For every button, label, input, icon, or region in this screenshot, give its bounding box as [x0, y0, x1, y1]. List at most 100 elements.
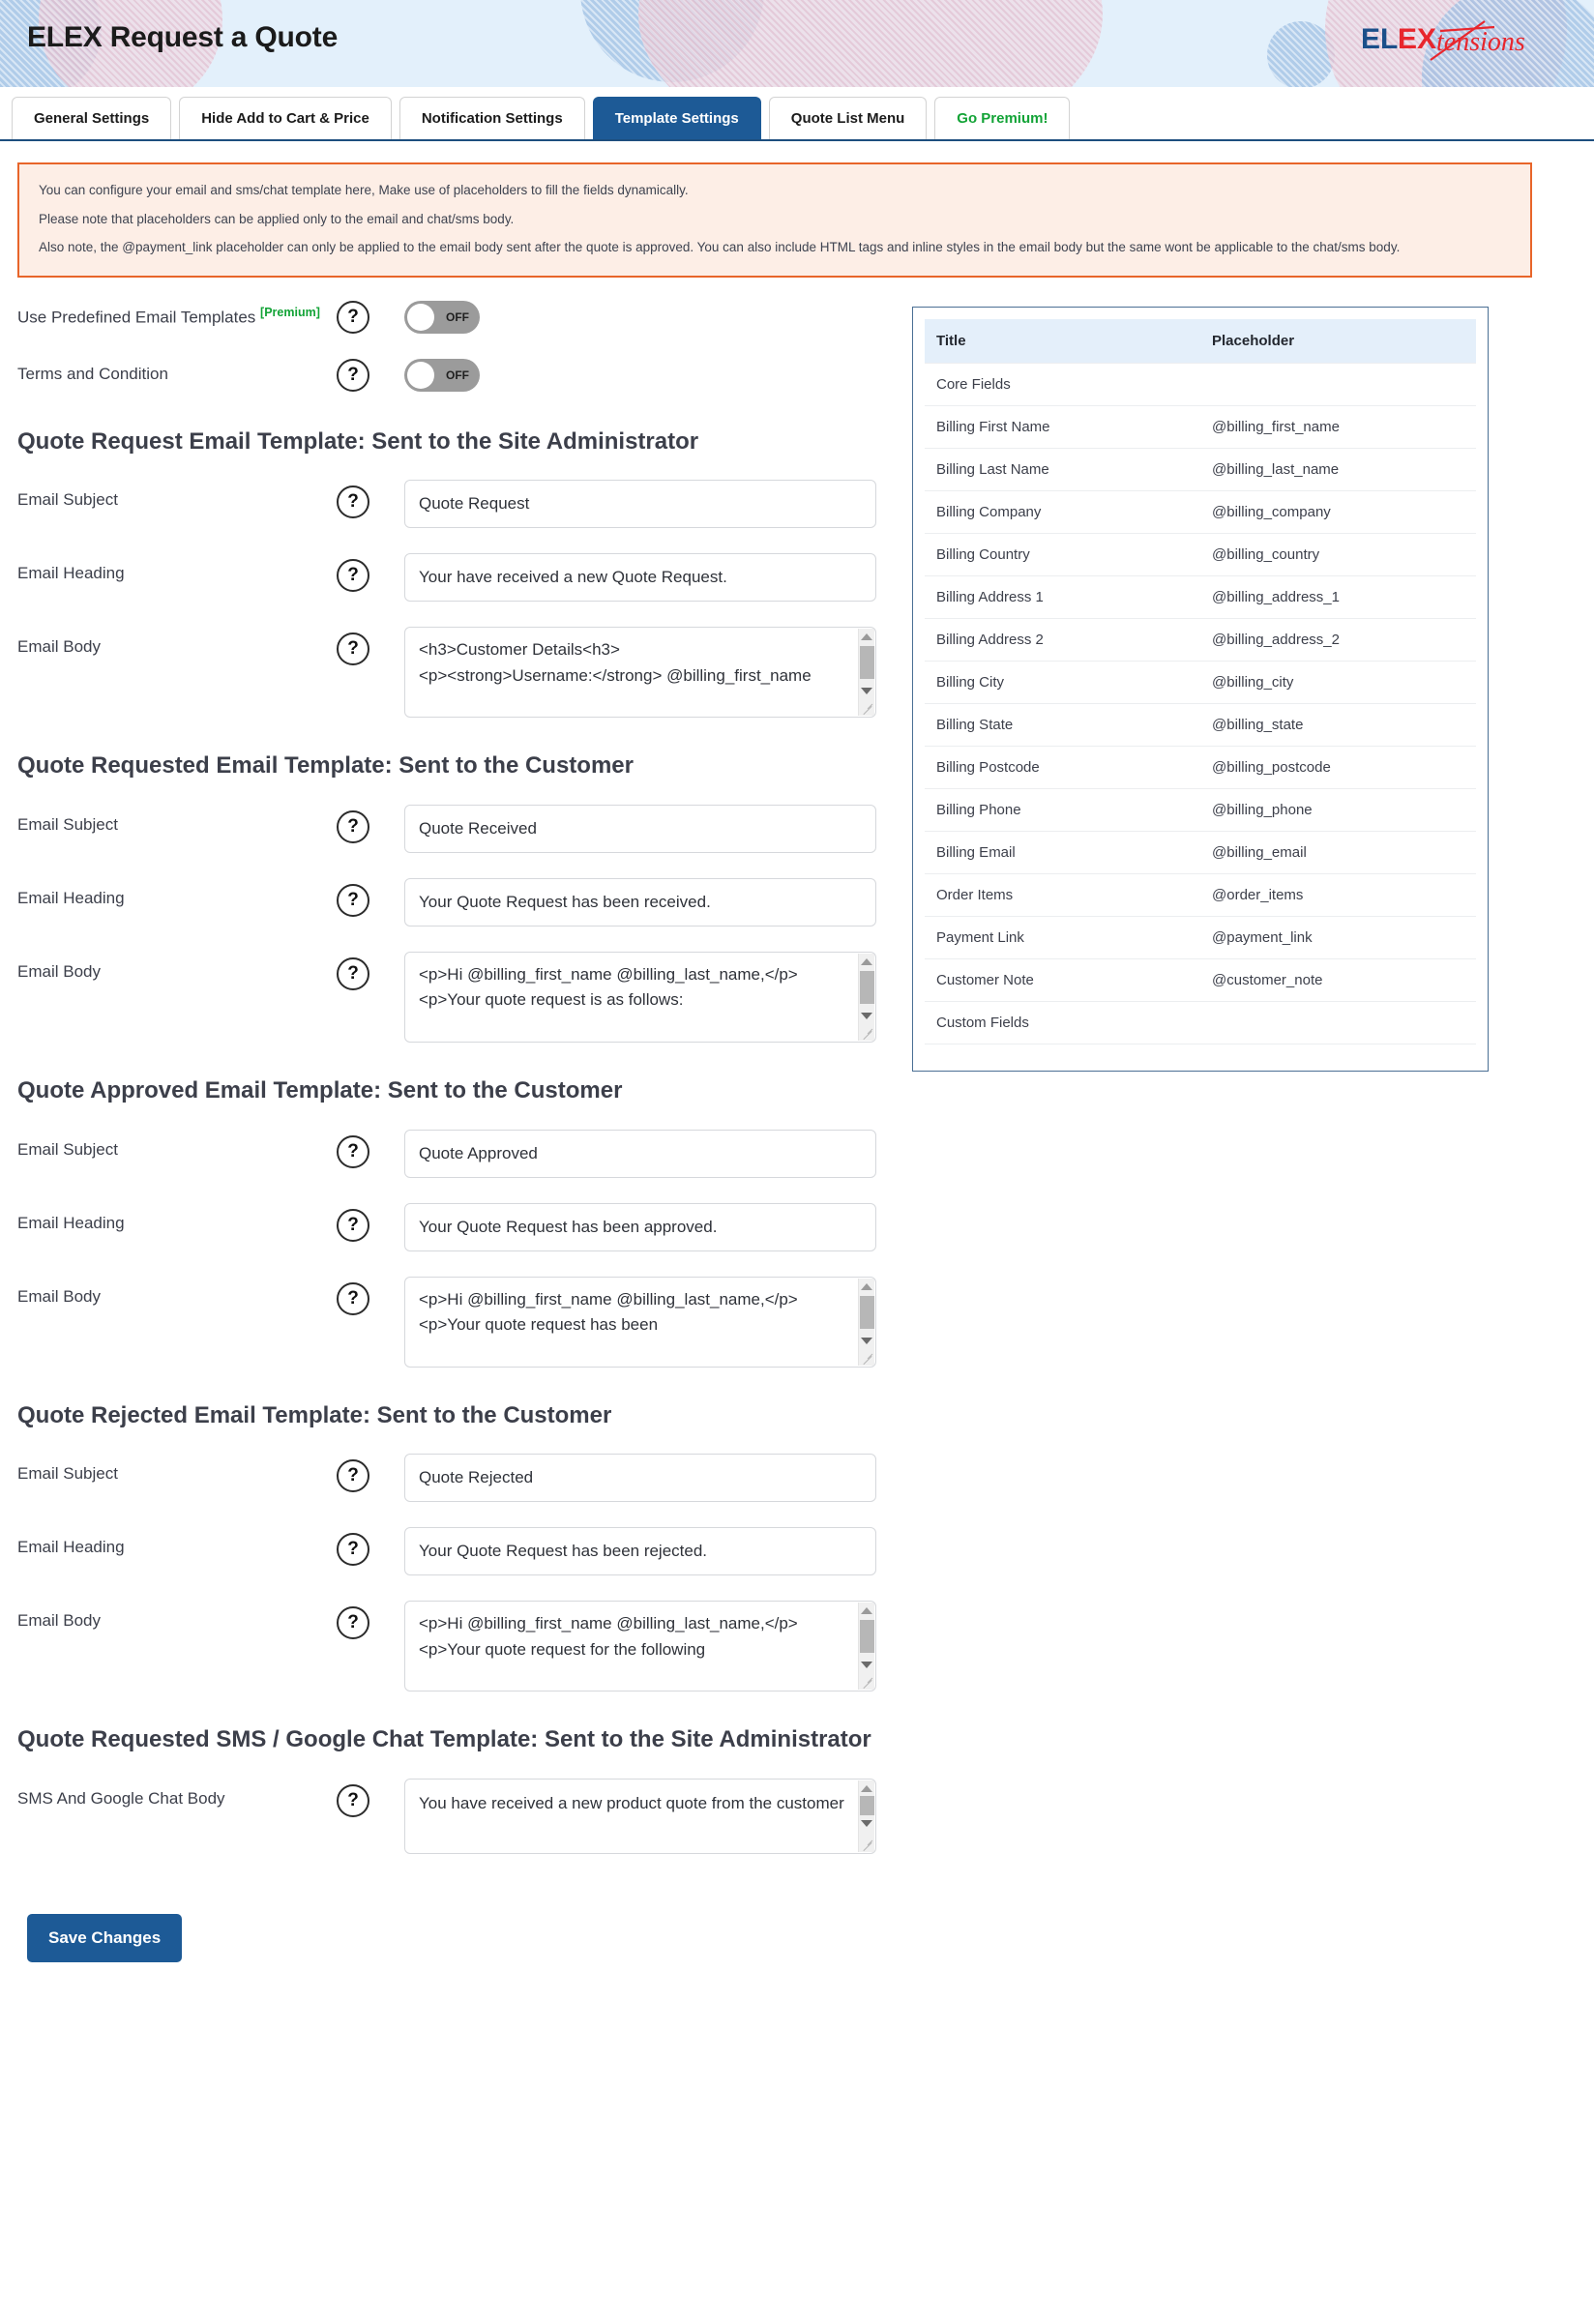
- help-icon[interactable]: ?: [337, 957, 369, 991]
- resize-grip-icon[interactable]: [860, 1675, 873, 1689]
- help-icon[interactable]: ?: [337, 1134, 369, 1168]
- email-body-textarea[interactable]: <p>Hi @billing_first_name @billing_last_…: [404, 1601, 876, 1692]
- help-icon[interactable]: ?: [337, 1606, 369, 1640]
- scrollbar-thumb[interactable]: [860, 646, 874, 680]
- email-heading-input[interactable]: [404, 553, 876, 603]
- field-row-body: Email Body ? <p>Hi @billing_first_name @…: [17, 952, 912, 1044]
- help-icon[interactable]: ?: [337, 559, 369, 593]
- table-row: Payment Link @payment_link: [925, 915, 1476, 959]
- field-row-body: Email Body ? <p>Hi @billing_first_name @…: [17, 1276, 912, 1368]
- email-heading-input[interactable]: [404, 1202, 876, 1251]
- tab-notification-settings[interactable]: Notification Settings: [398, 97, 585, 139]
- scrollbar-thumb[interactable]: [860, 971, 874, 1005]
- scroll-down-icon[interactable]: [861, 1662, 872, 1669]
- scroll-up-icon[interactable]: [861, 1607, 872, 1615]
- tab-quote-list-menu[interactable]: Quote List Menu: [768, 97, 928, 139]
- field-label: SMS And Google Chat Body: [17, 1789, 225, 1809]
- help-icon[interactable]: ?: [337, 1784, 369, 1818]
- page-title: ELEX Request a Quote: [27, 21, 339, 53]
- scrollbar-thumb[interactable]: [860, 1295, 874, 1329]
- setting-row-predefined-templates: Use Predefined Email Templates [Premium]…: [17, 295, 912, 339]
- logo-part-el: EL: [1361, 23, 1398, 55]
- help-icon[interactable]: ?: [337, 810, 369, 844]
- sms-body-textarea[interactable]: You have received a new product quote fr…: [404, 1779, 876, 1855]
- cell-placeholder: @billing_address_1: [1200, 574, 1476, 619]
- help-icon[interactable]: ?: [337, 1208, 369, 1242]
- email-body-textarea[interactable]: <p>Hi @billing_first_name @billing_last_…: [404, 1276, 876, 1368]
- tab-hide-add-to-cart-price[interactable]: Hide Add to Cart & Price: [179, 97, 392, 139]
- table-row: Billing Email @billing_email: [925, 830, 1476, 874]
- tab-general-settings[interactable]: General Settings: [12, 97, 172, 139]
- table-row: Billing State @billing_state: [925, 702, 1476, 747]
- email-subject-input[interactable]: [404, 1129, 876, 1178]
- table-row-spacer: [925, 1043, 1476, 1060]
- scroll-up-icon[interactable]: [861, 1785, 872, 1793]
- setting-label: Use Predefined Email Templates [Premium]: [17, 305, 337, 330]
- setting-label-text: Use Predefined Email Templates: [17, 308, 256, 327]
- help-icon[interactable]: ?: [337, 300, 369, 334]
- email-heading-input[interactable]: [404, 878, 876, 927]
- save-changes-button[interactable]: Save Changes: [27, 1914, 183, 1963]
- column-header-title: Title: [925, 318, 1200, 364]
- help-icon[interactable]: ?: [337, 1459, 369, 1493]
- resize-grip-icon[interactable]: [860, 701, 873, 715]
- notice-line-2: Please note that placeholders can be app…: [39, 211, 515, 226]
- help-icon[interactable]: ?: [337, 358, 369, 392]
- tab-template-settings[interactable]: Template Settings: [592, 97, 761, 139]
- section-title-sms-google-chat: Quote Requested SMS / Google Chat Templa…: [17, 1726, 871, 1753]
- table-row: Billing Address 2 @billing_address_2: [925, 617, 1476, 662]
- tab-label: General Settings: [34, 110, 150, 127]
- email-subject-input[interactable]: [404, 805, 876, 854]
- email-subject-input[interactable]: [404, 480, 876, 529]
- email-body-textarea[interactable]: <p>Hi @billing_first_name @billing_last_…: [404, 952, 876, 1044]
- field-row-sms-body: SMS And Google Chat Body ? You have rece…: [17, 1779, 912, 1855]
- scroll-down-icon[interactable]: [861, 1337, 872, 1344]
- tab-go-premium[interactable]: Go Premium!: [934, 97, 1071, 139]
- help-icon[interactable]: ?: [337, 485, 369, 519]
- toggle-predefined-templates[interactable]: OFF: [404, 300, 480, 334]
- notice-line-3: Also note, the @payment_link placeholder…: [39, 240, 1401, 255]
- table-row: Billing Postcode @billing_postcode: [925, 745, 1476, 789]
- section-title-quote-rejected: Quote Rejected Email Template: Sent to t…: [17, 1401, 612, 1428]
- setting-row-terms-and-condition: Terms and Condition ? OFF: [17, 353, 912, 397]
- help-icon[interactable]: ?: [337, 1281, 369, 1315]
- logo-part-ex: EX: [1398, 23, 1436, 55]
- email-heading-input[interactable]: [404, 1527, 876, 1576]
- resize-grip-icon[interactable]: [860, 1351, 873, 1365]
- tab-label: Quote List Menu: [790, 110, 905, 127]
- table-row: Billing First Name @billing_first_name: [925, 404, 1476, 449]
- info-notice: You can configure your email and sms/cha…: [17, 162, 1532, 278]
- scroll-up-icon[interactable]: [861, 633, 872, 641]
- help-icon[interactable]: ?: [337, 632, 369, 666]
- field-row-subject: Email Subject ?: [17, 1454, 912, 1503]
- table-row: Billing Last Name @billing_last_name: [925, 447, 1476, 491]
- scroll-up-icon[interactable]: [861, 958, 872, 966]
- toggle-terms-and-condition[interactable]: OFF: [404, 358, 480, 392]
- cell-placeholder: [1200, 1000, 1476, 1044]
- scroll-down-icon[interactable]: [861, 1013, 872, 1020]
- scroll-down-icon[interactable]: [861, 1820, 872, 1828]
- cell-title: Billing Address 2: [925, 617, 1200, 662]
- tab-label: Hide Add to Cart & Price: [201, 110, 369, 127]
- scroll-down-icon[interactable]: [861, 688, 872, 695]
- scrollbar-thumb[interactable]: [860, 1796, 874, 1816]
- tab-label: Notification Settings: [421, 110, 563, 127]
- email-body-textarea[interactable]: <h3>Customer Details<h3> <p><strong>User…: [404, 627, 876, 719]
- resize-grip-icon[interactable]: [860, 1026, 873, 1040]
- resize-grip-icon[interactable]: [860, 1838, 873, 1851]
- cell-title: Billing Postcode: [925, 745, 1200, 789]
- help-icon[interactable]: ?: [337, 884, 369, 918]
- sms-body-text: You have received a new product quote fr…: [419, 1794, 844, 1813]
- placeholder-card: Title Placeholder Core Fields Billing Fi…: [912, 306, 1489, 1073]
- cell-title: Billing State: [925, 702, 1200, 747]
- table-row: Customer Note @customer_note: [925, 957, 1476, 1002]
- cell-placeholder: @payment_link: [1200, 915, 1476, 959]
- field-label: Email Body: [17, 962, 101, 982]
- table-row: Billing Company @billing_company: [925, 489, 1476, 534]
- scrollbar-thumb[interactable]: [860, 1620, 874, 1654]
- help-icon[interactable]: ?: [337, 1533, 369, 1567]
- app-header: ELEX Request a Quote EL EX tensions: [0, 0, 1594, 87]
- scroll-up-icon[interactable]: [861, 1282, 872, 1290]
- field-row-subject: Email Subject ?: [17, 805, 912, 854]
- email-subject-input[interactable]: [404, 1454, 876, 1503]
